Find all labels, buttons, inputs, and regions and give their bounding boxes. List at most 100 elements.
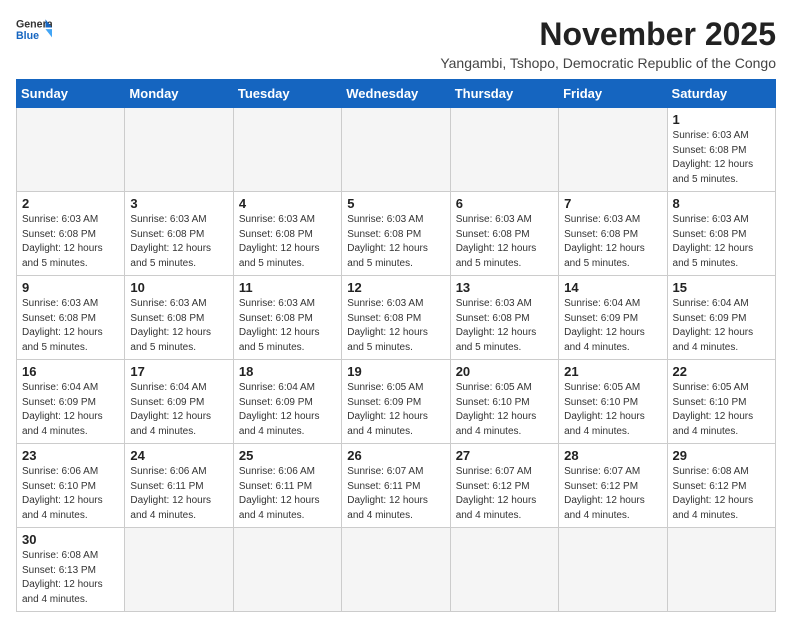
calendar-day-cell: 8 Sunrise: 6:03 AMSunset: 6:08 PMDaylight… xyxy=(667,192,775,276)
month-title: November 2025 xyxy=(440,16,776,53)
calendar-day-cell: 29 Sunrise: 6:08 AMSunset: 6:12 PMDayligh… xyxy=(667,444,775,528)
day-info: Sunrise: 6:06 AMSunset: 6:10 PMDaylight:… xyxy=(22,465,119,523)
calendar-day-cell: 27Sunrise: 6:07 AMSunset: 6:12 PMDayligh… xyxy=(450,444,558,528)
calendar-week-row: 16 Sunrise: 6:04 AMSunset: 6:09 PMDayligh… xyxy=(17,360,776,444)
day-number: 2 xyxy=(22,196,119,211)
day-info: Sunrise: 6:05 AMSunset: 6:10 PMDaylight:… xyxy=(673,381,770,439)
day-info: Sunrise: 6:07 AMSunset: 6:12 PMDaylight:… xyxy=(564,465,661,523)
day-info: Sunrise: 6:03 AMSunset: 6:08 PMDaylight:… xyxy=(130,213,227,271)
day-number: 17 xyxy=(130,364,227,379)
day-number: 6 xyxy=(456,196,553,211)
day-info: Sunrise: 6:03 AMSunset: 6:08 PMDaylight:… xyxy=(673,213,770,271)
calendar-day-cell: 9 Sunrise: 6:03 AMSunset: 6:08 PMDaylight… xyxy=(17,276,125,360)
calendar-day-cell xyxy=(342,528,450,612)
calendar-day-cell: 4 Sunrise: 6:03 AMSunset: 6:08 PMDaylight… xyxy=(233,192,341,276)
calendar-week-row: 30Sunrise: 6:08 AMSunset: 6:13 PMDayligh… xyxy=(17,528,776,612)
calendar-day-cell: 30Sunrise: 6:08 AMSunset: 6:13 PMDayligh… xyxy=(17,528,125,612)
day-number: 18 xyxy=(239,364,336,379)
day-info: Sunrise: 6:04 AMSunset: 6:09 PMDaylight:… xyxy=(239,381,336,439)
day-number: 29 xyxy=(673,448,770,463)
calendar-day-cell xyxy=(17,108,125,192)
calendar-header-row: SundayMondayTuesdayWednesdayThursdayFrid… xyxy=(17,80,776,108)
day-info: Sunrise: 6:03 AMSunset: 6:08 PMDaylight:… xyxy=(22,213,119,271)
day-number: 13 xyxy=(456,280,553,295)
calendar-day-cell: 6 Sunrise: 6:03 AMSunset: 6:08 PMDaylight… xyxy=(450,192,558,276)
calendar-day-cell: 24 Sunrise: 6:06 AMSunset: 6:11 PMDayligh… xyxy=(125,444,233,528)
calendar-header-saturday: Saturday xyxy=(667,80,775,108)
calendar-day-cell: 12 Sunrise: 6:03 AMSunset: 6:08 PMDayligh… xyxy=(342,276,450,360)
day-number: 21 xyxy=(564,364,661,379)
day-info: Sunrise: 6:06 AMSunset: 6:11 PMDaylight:… xyxy=(130,465,227,523)
calendar-day-cell: 14Sunrise: 6:04 AMSunset: 6:09 PMDayligh… xyxy=(559,276,667,360)
header: General Blue November 2025 Yangambi, Tsh… xyxy=(16,16,776,71)
calendar-day-cell: 13 Sunrise: 6:03 AMSunset: 6:08 PMDayligh… xyxy=(450,276,558,360)
day-info: Sunrise: 6:04 AMSunset: 6:09 PMDaylight:… xyxy=(130,381,227,439)
calendar-day-cell: 10Sunrise: 6:03 AMSunset: 6:08 PMDayligh… xyxy=(125,276,233,360)
calendar-day-cell xyxy=(667,528,775,612)
calendar-table: SundayMondayTuesdayWednesdayThursdayFrid… xyxy=(16,79,776,612)
calendar-header-monday: Monday xyxy=(125,80,233,108)
day-info: Sunrise: 6:08 AMSunset: 6:12 PMDaylight:… xyxy=(673,465,770,523)
calendar-day-cell xyxy=(233,108,341,192)
calendar-day-cell: 5 Sunrise: 6:03 AMSunset: 6:08 PMDaylight… xyxy=(342,192,450,276)
day-number: 28 xyxy=(564,448,661,463)
day-info: Sunrise: 6:05 AMSunset: 6:09 PMDaylight:… xyxy=(347,381,444,439)
day-info: Sunrise: 6:03 AMSunset: 6:08 PMDaylight:… xyxy=(456,297,553,355)
day-number: 11 xyxy=(239,280,336,295)
logo: General Blue xyxy=(16,16,52,44)
day-number: 20 xyxy=(456,364,553,379)
day-number: 12 xyxy=(347,280,444,295)
day-number: 25 xyxy=(239,448,336,463)
day-info: Sunrise: 6:03 AMSunset: 6:08 PMDaylight:… xyxy=(347,213,444,271)
day-number: 22 xyxy=(673,364,770,379)
day-number: 10 xyxy=(130,280,227,295)
day-number: 24 xyxy=(130,448,227,463)
day-info: Sunrise: 6:03 AMSunset: 6:08 PMDaylight:… xyxy=(456,213,553,271)
calendar-day-cell: 26Sunrise: 6:07 AMSunset: 6:11 PMDayligh… xyxy=(342,444,450,528)
day-info: Sunrise: 6:03 AMSunset: 6:08 PMDaylight:… xyxy=(564,213,661,271)
day-info: Sunrise: 6:07 AMSunset: 6:12 PMDaylight:… xyxy=(456,465,553,523)
day-info: Sunrise: 6:03 AMSunset: 6:08 PMDaylight:… xyxy=(22,297,119,355)
general-blue-logo-icon: General Blue xyxy=(16,16,52,44)
day-info: Sunrise: 6:03 AMSunset: 6:08 PMDaylight:… xyxy=(347,297,444,355)
day-info: Sunrise: 6:05 AMSunset: 6:10 PMDaylight:… xyxy=(564,381,661,439)
calendar-day-cell: 25Sunrise: 6:06 AMSunset: 6:11 PMDayligh… xyxy=(233,444,341,528)
day-number: 9 xyxy=(22,280,119,295)
day-info: Sunrise: 6:05 AMSunset: 6:10 PMDaylight:… xyxy=(456,381,553,439)
calendar-day-cell: 18 Sunrise: 6:04 AMSunset: 6:09 PMDayligh… xyxy=(233,360,341,444)
day-info: Sunrise: 6:03 AMSunset: 6:08 PMDaylight:… xyxy=(239,213,336,271)
calendar-day-cell: 2 Sunrise: 6:03 AMSunset: 6:08 PMDaylight… xyxy=(17,192,125,276)
calendar-day-cell: 16Sunrise: 6:04 AMSunset: 6:09 PMDayligh… xyxy=(17,360,125,444)
calendar-day-cell: 17 Sunrise: 6:04 AMSunset: 6:09 PMDayligh… xyxy=(125,360,233,444)
calendar-day-cell: 23Sunrise: 6:06 AMSunset: 6:10 PMDayligh… xyxy=(17,444,125,528)
calendar-header-thursday: Thursday xyxy=(450,80,558,108)
calendar-day-cell: 15Sunrise: 6:04 AMSunset: 6:09 PMDayligh… xyxy=(667,276,775,360)
day-number: 7 xyxy=(564,196,661,211)
calendar-header-sunday: Sunday xyxy=(17,80,125,108)
calendar-header-wednesday: Wednesday xyxy=(342,80,450,108)
day-number: 16 xyxy=(22,364,119,379)
day-number: 30 xyxy=(22,532,119,547)
day-number: 26 xyxy=(347,448,444,463)
calendar-day-cell: 1 Sunrise: 6:03 AMSunset: 6:08 PMDaylight… xyxy=(667,108,775,192)
calendar-day-cell xyxy=(233,528,341,612)
calendar-day-cell xyxy=(125,528,233,612)
day-info: Sunrise: 6:03 AMSunset: 6:08 PMDaylight:… xyxy=(239,297,336,355)
day-number: 1 xyxy=(673,112,770,127)
calendar-day-cell xyxy=(559,108,667,192)
calendar-week-row: 2 Sunrise: 6:03 AMSunset: 6:08 PMDaylight… xyxy=(17,192,776,276)
day-number: 5 xyxy=(347,196,444,211)
day-info: Sunrise: 6:03 AMSunset: 6:08 PMDaylight:… xyxy=(673,129,770,187)
day-number: 4 xyxy=(239,196,336,211)
title-area: November 2025 Yangambi, Tshopo, Democrat… xyxy=(440,16,776,71)
calendar-day-cell: 3Sunrise: 6:03 AMSunset: 6:08 PMDaylight… xyxy=(125,192,233,276)
location-subtitle: Yangambi, Tshopo, Democratic Republic of… xyxy=(440,55,776,71)
day-number: 8 xyxy=(673,196,770,211)
calendar-day-cell: 20 Sunrise: 6:05 AMSunset: 6:10 PMDayligh… xyxy=(450,360,558,444)
calendar-day-cell: 11 Sunrise: 6:03 AMSunset: 6:08 PMDayligh… xyxy=(233,276,341,360)
calendar-day-cell xyxy=(450,528,558,612)
calendar-day-cell xyxy=(450,108,558,192)
calendar-day-cell xyxy=(559,528,667,612)
svg-text:Blue: Blue xyxy=(16,30,39,42)
calendar-day-cell xyxy=(342,108,450,192)
